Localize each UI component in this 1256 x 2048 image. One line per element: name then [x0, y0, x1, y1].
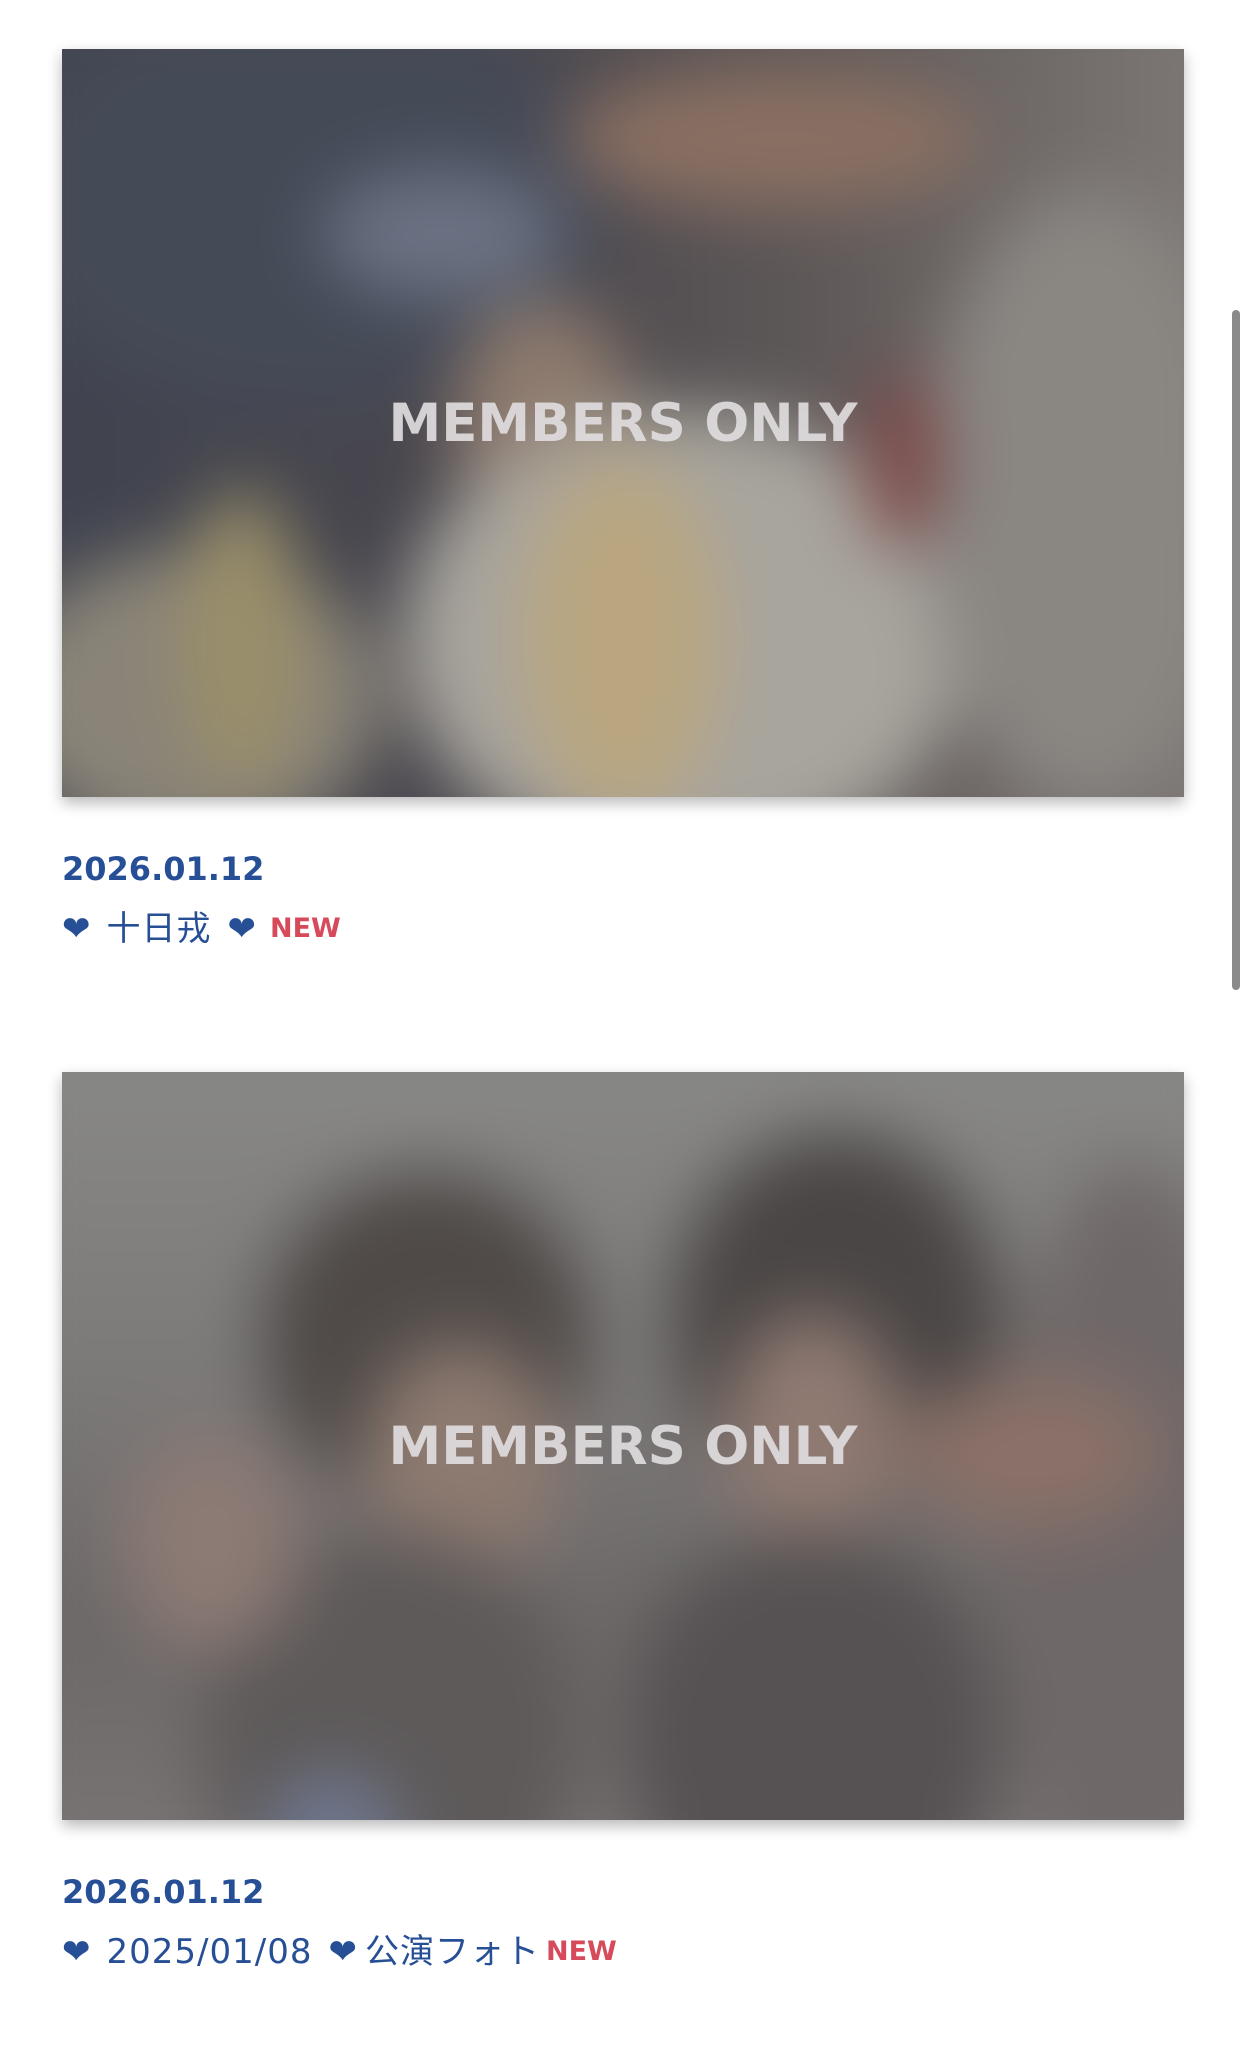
post-title[interactable]: 十日戎 — [107, 907, 212, 951]
post-title[interactable]: 2025/01/08 — [107, 1930, 313, 1974]
heart-icon: ❤ — [328, 1932, 357, 1972]
post-card[interactable]: MEMBERS ONLY 2026.01.12 ❤ 十日戎 ❤ NEW — [62, 49, 1184, 951]
members-only-label: MEMBERS ONLY — [388, 1415, 858, 1477]
vertical-scrollbar[interactable] — [1232, 310, 1240, 990]
post-feed: MEMBERS ONLY 2026.01.12 ❤ 十日戎 ❤ NEW MEMB… — [0, 0, 1256, 2048]
post-meta: 2026.01.12 ❤ 2025/01/08 ❤ 公演フォト NEW — [62, 1872, 1184, 1974]
heart-icon: ❤ — [62, 1932, 91, 1972]
post-title-line[interactable]: ❤ 2025/01/08 ❤ 公演フォト NEW — [62, 1930, 1184, 1974]
post-card[interactable]: MEMBERS ONLY 2026.01.12 ❤ 2025/01/08 ❤ 公… — [62, 1072, 1184, 1974]
post-date: 2026.01.12 — [62, 1873, 265, 1911]
new-badge: NEW — [270, 913, 341, 944]
heart-icon: ❤ — [62, 909, 91, 949]
new-badge: NEW — [545, 1936, 617, 1967]
post-thumbnail-locked[interactable]: MEMBERS ONLY — [62, 1072, 1184, 1820]
post-thumbnail-locked[interactable]: MEMBERS ONLY — [62, 49, 1184, 797]
post-meta: 2026.01.12 ❤ 十日戎 ❤ NEW — [62, 849, 1184, 951]
heart-icon: ❤ — [227, 909, 257, 949]
members-only-label: MEMBERS ONLY — [388, 392, 858, 454]
post-date: 2026.01.12 — [62, 850, 265, 888]
post-subtitle[interactable]: 公演フォト — [365, 1930, 540, 1974]
post-title-line[interactable]: ❤ 十日戎 ❤ NEW — [62, 907, 1184, 951]
